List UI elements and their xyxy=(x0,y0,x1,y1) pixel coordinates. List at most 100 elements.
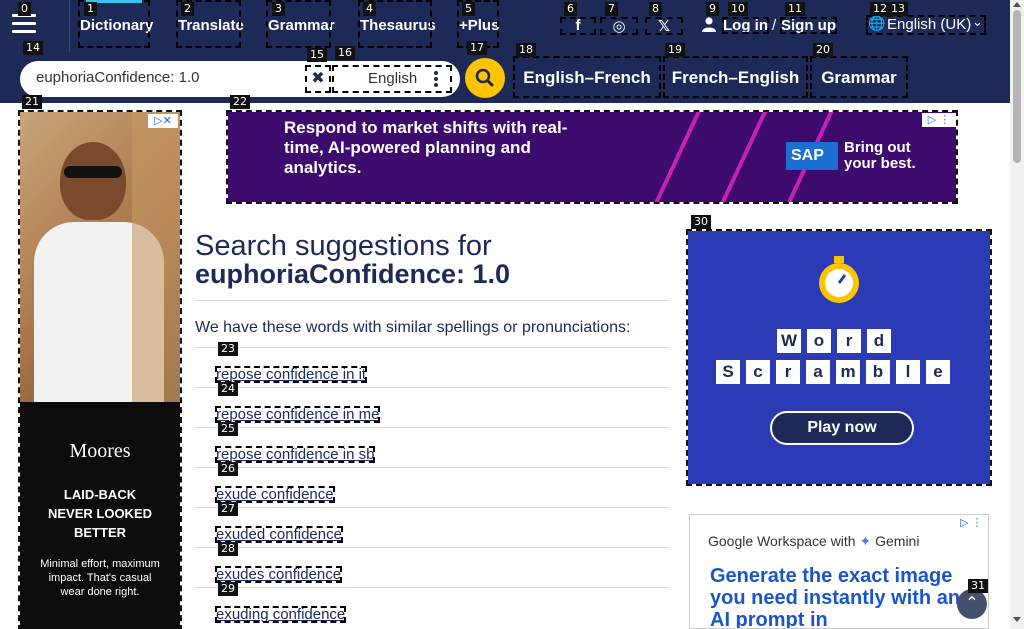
more-options-icon xyxy=(434,71,438,89)
language-selector[interactable]: 🌐 English (UK) ⌄ xyxy=(866,14,986,35)
dictionary-select-label: English xyxy=(368,70,418,87)
page-scrollbar[interactable] xyxy=(1010,0,1024,629)
element-index-badge: 7 xyxy=(605,2,618,16)
element-index-badge: 28 xyxy=(218,542,238,556)
element-index-badge: 26 xyxy=(218,462,238,476)
search-button[interactable] xyxy=(465,58,505,98)
searched-term: euphoriaConfidence: 1.0 xyxy=(195,259,511,289)
ad-header-accent: Gemini xyxy=(875,533,920,549)
ad-headline: LAID-BACK NEVER LOOKED BETTER xyxy=(47,487,152,540)
element-index-badge: 6 xyxy=(564,2,577,16)
dictionary-select[interactable]: English xyxy=(332,65,452,93)
element-index-badge: 8 xyxy=(649,2,662,16)
element-index-badge: 11 xyxy=(785,2,805,16)
letter-tile: r xyxy=(776,360,800,384)
scrollbar-thumb[interactable] xyxy=(1013,10,1021,163)
adchoices-icon[interactable]: ▷ ⋮ xyxy=(960,516,983,529)
globe-icon: 🌐 xyxy=(868,15,886,31)
letter-tile: o xyxy=(807,329,831,353)
clear-search-icon[interactable]: ✖ xyxy=(305,65,331,93)
hamburger-menu-icon[interactable] xyxy=(12,14,36,34)
element-index-badge: 13 xyxy=(888,2,908,16)
chevron-up-icon: ⌃ xyxy=(965,595,979,612)
ad-header: Google Workspace with ✦ Gemini xyxy=(708,533,919,550)
list-item: exudes confidence xyxy=(195,548,669,588)
element-index-badge: 4 xyxy=(363,2,376,16)
search-input[interactable] xyxy=(36,69,306,86)
google-workspace-ad[interactable]: ▷ ⋮ Google Workspace with ✦ Gemini Gener… xyxy=(689,514,989,629)
top-banner-ad[interactable]: Respond to market shifts with real-time,… xyxy=(226,110,958,204)
login-separator: / xyxy=(772,17,777,34)
play-now-button[interactable]: Play now xyxy=(770,411,914,445)
element-index-badge: 16 xyxy=(335,46,355,60)
letter-tile: S xyxy=(716,360,740,384)
suggestion-link[interactable]: exuding confidence xyxy=(215,606,347,623)
suggestion-link[interactable]: exude confidence xyxy=(215,486,335,503)
login-link[interactable]: Log in xyxy=(722,17,769,34)
word-tiles-row-1: Word xyxy=(777,329,907,353)
list-item: exude confidence xyxy=(195,468,669,508)
element-index-badge: 23 xyxy=(218,342,238,356)
element-index-badge: 24 xyxy=(218,382,238,396)
search-icon xyxy=(475,68,494,87)
element-index-badge: 12 xyxy=(870,2,890,16)
element-index-badge: 31 xyxy=(968,579,988,593)
list-item: repose confidence in me xyxy=(195,388,669,428)
sap-logo: SAP xyxy=(786,142,838,170)
divider xyxy=(69,0,70,52)
language-label: English (UK) xyxy=(887,16,972,33)
search-box: ✖ English xyxy=(20,61,460,97)
ad-brand: Moores xyxy=(69,440,131,462)
scroll-up-arrow-icon[interactable] xyxy=(1013,2,1021,7)
element-index-badge: 1 xyxy=(84,2,97,16)
scroll-down-arrow-icon[interactable] xyxy=(1013,617,1021,622)
stopwatch-icon xyxy=(812,253,866,307)
element-index-badge: 29 xyxy=(218,582,238,596)
search-bar-row: ✖ English English–French French–English … xyxy=(0,52,1010,103)
gemini-sparkle-icon: ✦ xyxy=(859,533,872,549)
adchoices-icon[interactable]: ▷✕ xyxy=(148,114,178,128)
ad-photo: ▷✕ xyxy=(20,112,180,402)
letter-tile: d xyxy=(867,329,891,353)
element-index-badge: 21 xyxy=(22,95,42,109)
letter-tile: m xyxy=(836,360,860,384)
ad-headline: Respond to market shifts with real-time,… xyxy=(284,118,568,177)
element-index-badge: 30 xyxy=(691,215,711,229)
element-index-badge: 27 xyxy=(218,502,238,516)
divider xyxy=(195,337,669,348)
back-to-top-button[interactable]: ⌃ xyxy=(957,589,987,619)
suggestion-link[interactable]: exuded confidence xyxy=(215,526,343,543)
tab-english-french[interactable]: English–French xyxy=(513,56,661,98)
list-item: exuding confidence xyxy=(195,588,669,628)
adchoices-icon[interactable]: ▷ ⋮ xyxy=(922,113,956,127)
element-index-badge: 0 xyxy=(18,2,31,16)
suggestion-link[interactable]: repose confidence in me xyxy=(215,406,381,423)
user-icon[interactable] xyxy=(702,17,716,36)
list-item: repose confidence in it xyxy=(195,348,669,388)
tab-grammar[interactable]: Grammar xyxy=(810,56,908,98)
instagram-icon[interactable]: ◎ xyxy=(600,17,638,35)
word-scramble-ad[interactable]: Word Scramble Play now xyxy=(686,229,992,486)
letter-tile: a xyxy=(806,360,830,384)
suggestion-link[interactable]: exudes confidence xyxy=(215,566,343,583)
facebook-icon[interactable]: f xyxy=(560,17,596,35)
tab-french-english[interactable]: French–English xyxy=(663,56,808,98)
chevron-down-icon: ⌄ xyxy=(972,14,983,29)
ad-text-panel: Moores LAID-BACK NEVER LOOKED BETTER Min… xyxy=(20,402,180,629)
letter-tile: l xyxy=(896,360,920,384)
element-index-badge: 20 xyxy=(813,43,833,57)
element-index-badge: 9 xyxy=(706,2,719,16)
suggestions-intro: We have these words with similar spellin… xyxy=(195,319,631,336)
x-icon[interactable]: 𝕏 xyxy=(645,17,683,35)
word-tiles-row-2: Scramble xyxy=(716,360,966,384)
letter-tile: W xyxy=(777,329,801,353)
suggestion-link[interactable]: repose confidence in sb xyxy=(215,446,376,463)
top-navigation-bar: Dictionary Translate Grammar Thesaurus +… xyxy=(0,0,1010,52)
element-index-badge: 18 xyxy=(516,43,536,57)
letter-tile: c xyxy=(746,360,770,384)
left-skyscraper-ad[interactable]: ▷✕ Moores LAID-BACK NEVER LOOKED BETTER … xyxy=(18,110,182,629)
signup-link[interactable]: Sign up xyxy=(780,17,837,34)
letter-tile: b xyxy=(866,360,890,384)
element-index-badge: 15 xyxy=(307,48,327,62)
suggestion-link[interactable]: repose confidence in it xyxy=(215,366,368,383)
